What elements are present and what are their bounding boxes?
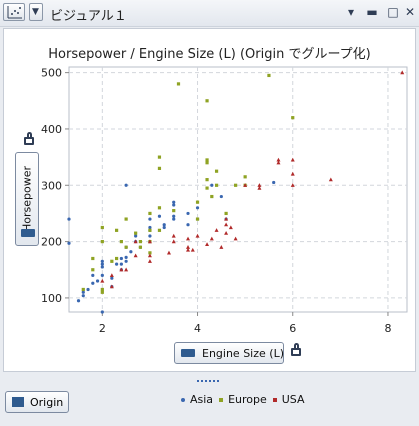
lock-icon[interactable] (291, 343, 301, 356)
maximize-icon[interactable]: □ (386, 5, 400, 19)
close-icon[interactable]: ✕ (403, 5, 417, 19)
visual-menu-dropdown-button[interactable]: ▼ (29, 3, 43, 21)
legend-label: Asia (190, 393, 214, 406)
legend-item-usa[interactable]: USA (272, 393, 305, 406)
legend-marker (181, 398, 185, 402)
legend-item-asia[interactable]: Asia (181, 393, 213, 406)
window-title: ビジュアル１ (50, 9, 127, 24)
y-axis-label-button[interactable]: Horsepower (15, 152, 39, 246)
legend-label: Europe (228, 393, 267, 406)
ruler-icon (181, 349, 195, 357)
filter-menu-icon[interactable]: ▾ (344, 5, 358, 19)
chevron-down-icon: ▼ (32, 7, 39, 17)
category-icon (12, 397, 24, 407)
chart-title: Horsepower / Engine Size (L) (Origin でグル… (48, 47, 371, 62)
y-axis-label: Horsepower (20, 165, 34, 233)
chart-panel: Horsepower / Engine Size (L) (Origin でグル… (3, 28, 416, 372)
scatter-chart-icon (7, 6, 22, 19)
legend-label: USA (281, 393, 305, 406)
ruler-icon (21, 229, 35, 237)
lock-icon[interactable] (24, 132, 34, 145)
chart-legend: Asia Europe USA (181, 393, 311, 406)
legend-drag-handle[interactable] (197, 380, 219, 382)
minimize-icon[interactable]: ▬ (365, 5, 379, 19)
origin-button-label: Origin (30, 396, 64, 409)
origin-group-button[interactable]: Origin (5, 391, 69, 413)
x-axis-label: Engine Size (L) (202, 347, 284, 360)
title-bar: ▼ ビジュアル１ ▾ ▬ □ ✕ (0, 0, 419, 27)
legend-marker (272, 398, 277, 402)
legend-item-europe[interactable]: Europe (219, 393, 267, 406)
legend-marker (219, 398, 224, 402)
visual-type-button[interactable] (3, 3, 25, 21)
x-axis-label-button[interactable]: Engine Size (L) (174, 342, 284, 364)
